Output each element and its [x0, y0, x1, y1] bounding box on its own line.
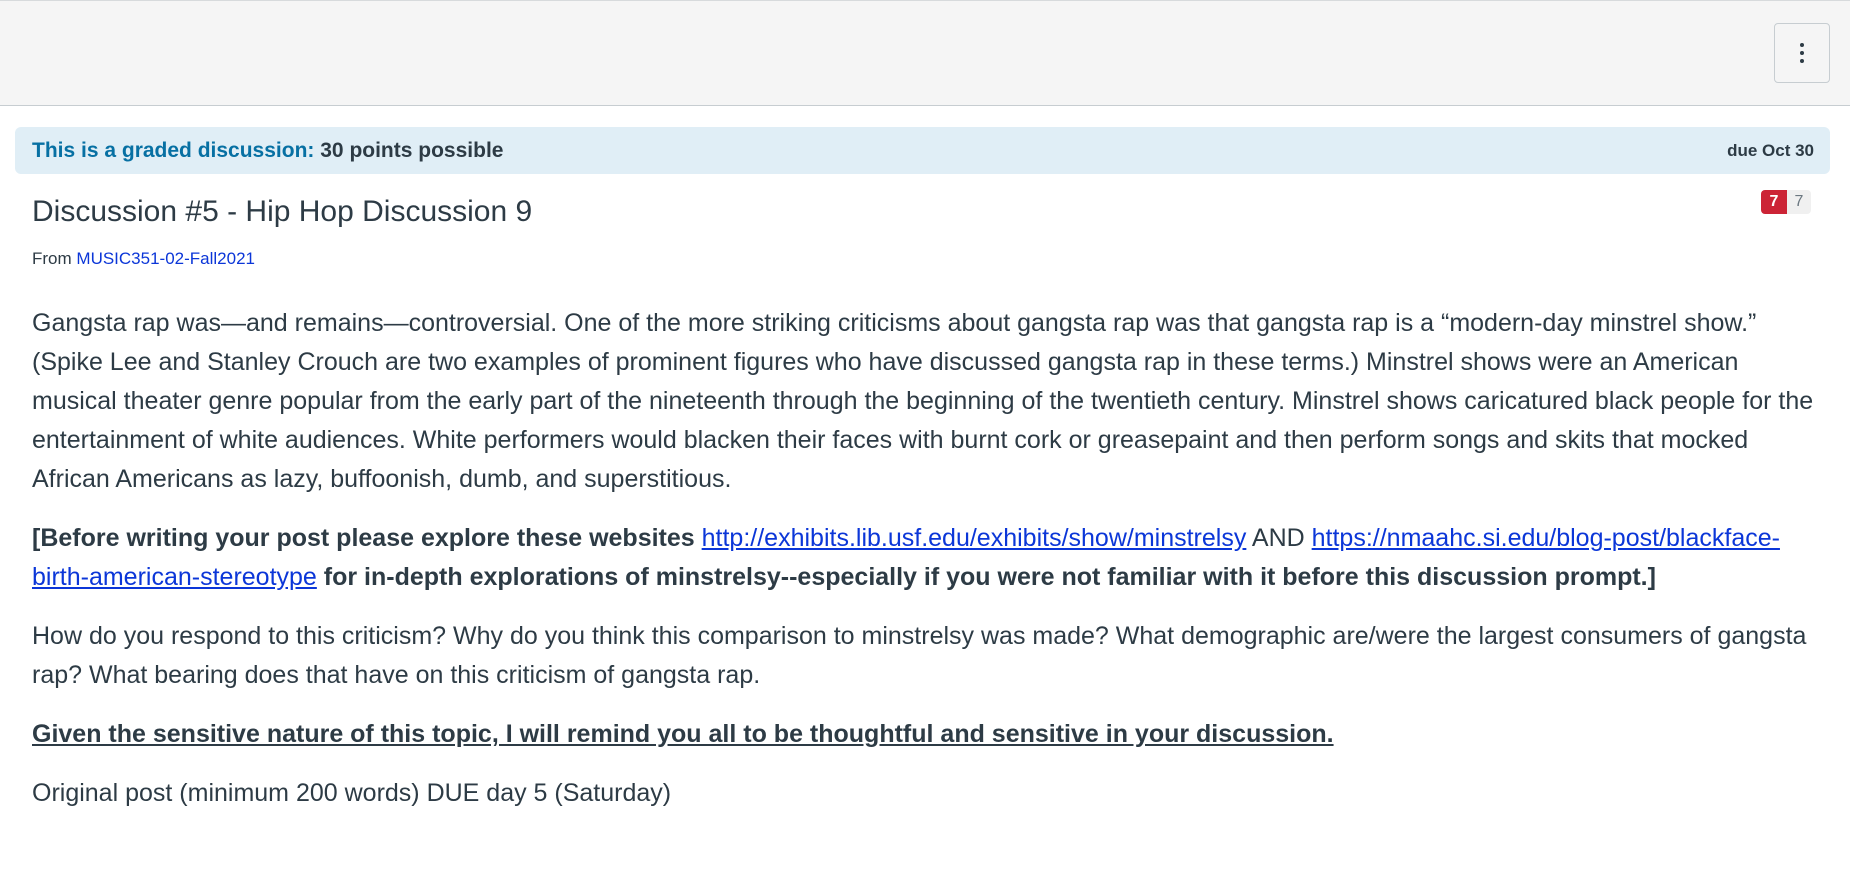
course-link[interactable]: MUSIC351-02-Fall2021 [76, 249, 255, 268]
link-usf-minstrelsy[interactable]: http://exhibits.lib.usf.edu/exhibits/sho… [702, 524, 1247, 552]
resources-and: AND [1246, 524, 1312, 552]
graded-info: This is a graded discussion: 30 points p… [32, 139, 503, 163]
from-label: From [32, 249, 72, 268]
body-paragraph-questions: How do you respond to this criticism? Wh… [32, 622, 1807, 689]
body-paragraph-due: Original post (minimum 200 words) DUE da… [32, 779, 672, 807]
graded-label: This is a graded discussion: [32, 138, 315, 162]
graded-discussion-banner: This is a graded discussion: 30 points p… [15, 127, 1830, 174]
resources-suffix: for in-depth explorations of minstrelsy-… [316, 563, 1656, 591]
discussion-body: Gangsta rap was—and remains—controversia… [32, 304, 1822, 833]
top-toolbar [0, 0, 1850, 106]
total-count-badge: 7 [1787, 190, 1811, 214]
kebab-vertical-icon [1800, 43, 1804, 63]
points-possible: 30 points possible [320, 138, 504, 162]
discussion-title: Discussion #5 - Hip Hop Discussion 9 [32, 195, 533, 228]
unread-count-badge: 7 [1761, 190, 1787, 214]
body-paragraph-reminder: Given the sensitive nature of this topic… [32, 720, 1334, 748]
course-source: From MUSIC351-02-Fall2021 [32, 248, 255, 270]
resources-prefix: [Before writing your post please explore… [32, 524, 702, 552]
reply-count-badges: 7 7 [1761, 190, 1811, 214]
body-paragraph-intro: Gangsta rap was—and remains—controversia… [32, 309, 1814, 493]
body-paragraph-resources: [Before writing your post please explore… [32, 519, 1822, 597]
due-date: due Oct 30 [1727, 140, 1814, 160]
more-options-button[interactable] [1774, 23, 1830, 83]
